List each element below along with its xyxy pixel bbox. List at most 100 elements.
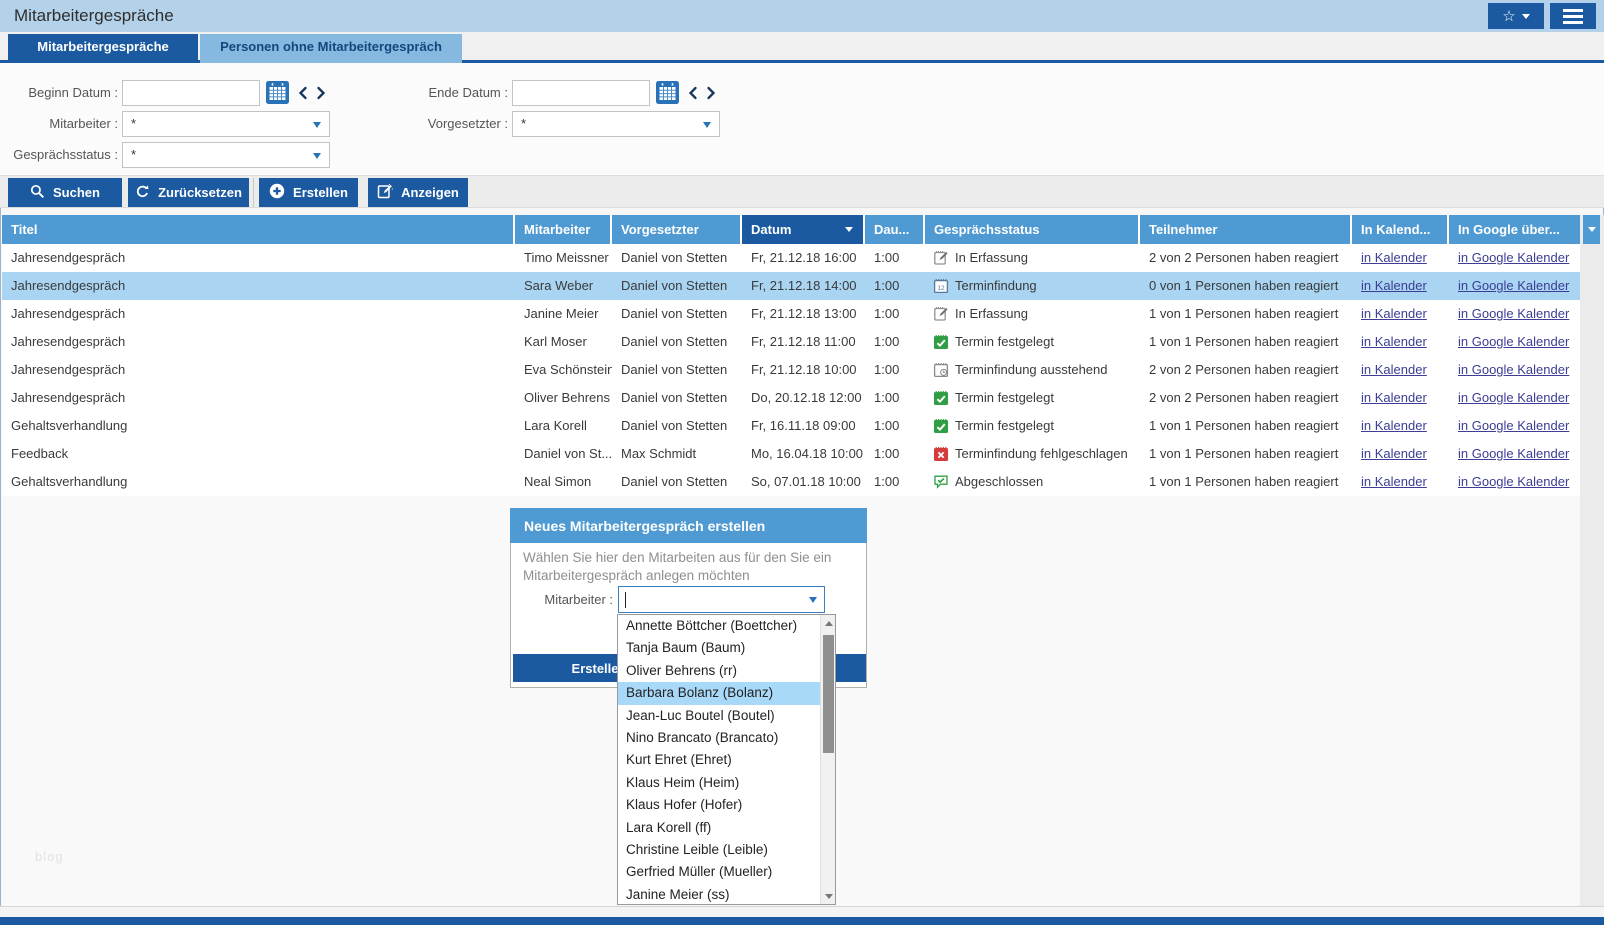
- dialog-mitarbeiter-combobox[interactable]: [618, 586, 825, 613]
- kalender-link[interactable]: in Kalender: [1361, 418, 1427, 433]
- dropdown-item[interactable]: Janine Meier (ss): [618, 884, 820, 904]
- dropdown-item[interactable]: Klaus Hofer (Hofer): [618, 794, 820, 816]
- google-kalender-link[interactable]: in Google Kalender: [1458, 474, 1569, 489]
- dropdown-item[interactable]: Tanja Baum (Baum): [618, 637, 820, 659]
- dropdown-item[interactable]: Barbara Bolanz (Bolanz): [618, 682, 820, 704]
- beginn-calendar-icon[interactable]: [266, 81, 289, 104]
- cell-titel: Gehaltsverhandlung: [2, 412, 515, 440]
- table-row[interactable]: JahresendgesprächKarl MoserDaniel von St…: [2, 328, 1580, 356]
- gespraechsstatus-filter-select[interactable]: *: [122, 142, 330, 168]
- google-kalender-link[interactable]: in Google Kalender: [1458, 390, 1569, 405]
- dropdown-scrollbar[interactable]: [820, 615, 835, 904]
- cell-datum: So, 07.01.18 10:00: [742, 468, 865, 496]
- beginn-datum-input[interactable]: [122, 80, 260, 106]
- scroll-down-icon[interactable]: [821, 888, 836, 904]
- kalender-link[interactable]: in Kalender: [1361, 390, 1427, 405]
- cell-titel: Jahresendgespräch: [2, 328, 515, 356]
- cell-kalender-link: in Kalender: [1352, 412, 1449, 440]
- zuruecksetzen-button[interactable]: Zurücksetzen: [128, 178, 249, 207]
- chevron-down-icon: [703, 122, 711, 128]
- scroll-up-icon[interactable]: [821, 615, 836, 631]
- dropdown-item[interactable]: Christine Leible (Leible): [618, 839, 820, 861]
- ende-next-icon[interactable]: [704, 81, 718, 104]
- mitarbeiter-filter-select[interactable]: *: [122, 111, 330, 137]
- cell-titel: Jahresendgespräch: [2, 300, 515, 328]
- dropdown-items: Annette Böttcher (Boettcher)Tanja Baum (…: [618, 615, 820, 904]
- google-kalender-link[interactable]: in Google Kalender: [1458, 306, 1569, 321]
- edit-note-icon: [933, 250, 949, 266]
- cell-titel: Jahresendgespräch: [2, 244, 515, 272]
- kalender-link[interactable]: in Kalender: [1361, 278, 1427, 293]
- plus-circle-icon: [269, 183, 285, 202]
- table-row[interactable]: JahresendgesprächSara WeberDaniel von St…: [2, 272, 1580, 300]
- menu-button[interactable]: [1550, 3, 1596, 29]
- ende-datum-input[interactable]: [512, 80, 650, 106]
- google-kalender-link[interactable]: in Google Kalender: [1458, 334, 1569, 349]
- kalender-link[interactable]: in Kalender: [1361, 446, 1427, 461]
- ende-calendar-icon[interactable]: [656, 81, 679, 104]
- dropdown-item[interactable]: Oliver Behrens (rr): [618, 660, 820, 682]
- google-kalender-link[interactable]: in Google Kalender: [1458, 418, 1569, 433]
- cell-dauer: 1:00: [865, 356, 925, 384]
- dropdown-item[interactable]: Kurt Ehret (Ehret): [618, 749, 820, 771]
- cell-titel: Feedback: [2, 440, 515, 468]
- table-row[interactable]: GehaltsverhandlungLara KorellDaniel von …: [2, 412, 1580, 440]
- bottom-scroll-strip[interactable]: [0, 906, 1604, 917]
- kalender-link[interactable]: in Kalender: [1361, 474, 1427, 489]
- column-header-in-google[interactable]: In Google über...: [1449, 215, 1580, 244]
- mitarbeiter-dropdown-list: Annette Böttcher (Boettcher)Tanja Baum (…: [617, 614, 836, 905]
- column-header-gespraechsstatus[interactable]: Gesprächsstatus: [925, 215, 1140, 244]
- google-kalender-link[interactable]: in Google Kalender: [1458, 362, 1569, 377]
- dropdown-item[interactable]: Annette Böttcher (Boettcher): [618, 615, 820, 637]
- suchen-button[interactable]: Suchen: [8, 178, 122, 207]
- mitarbeiter-filter-label: Mitarbeiter :: [0, 111, 118, 137]
- dropdown-item[interactable]: Gerfried Müller (Mueller): [618, 861, 820, 883]
- scrollbar-thumb[interactable]: [823, 635, 834, 753]
- column-header-dauer[interactable]: Dau...: [865, 215, 925, 244]
- kalender-link[interactable]: in Kalender: [1361, 334, 1427, 349]
- titlebar: Mitarbeitergespräche ☆: [0, 0, 1604, 32]
- dropdown-item[interactable]: Lara Korell (ff): [618, 817, 820, 839]
- kalender-link[interactable]: in Kalender: [1361, 362, 1427, 377]
- chevron-down-icon: [1588, 227, 1596, 232]
- cell-status: Terminfindung fehlgeschlagen: [925, 440, 1140, 468]
- column-header-vorgesetzter[interactable]: Vorgesetzter: [612, 215, 742, 244]
- column-header-datum[interactable]: Datum: [742, 215, 865, 244]
- table-row[interactable]: FeedbackDaniel von St...Max SchmidtMo, 1…: [2, 440, 1580, 468]
- cell-teilnehmer: 2 von 2 Personen haben reagiert: [1140, 384, 1352, 412]
- kalender-link[interactable]: in Kalender: [1361, 250, 1427, 265]
- search-icon: [30, 184, 45, 202]
- column-header-mitarbeiter[interactable]: Mitarbeiter: [515, 215, 612, 244]
- vorgesetzter-filter-select[interactable]: *: [512, 111, 720, 137]
- column-header-in-kalender[interactable]: In Kalend...: [1352, 215, 1449, 244]
- cell-dauer: 1:00: [865, 440, 925, 468]
- table-row[interactable]: JahresendgesprächJanine MeierDaniel von …: [2, 300, 1580, 328]
- table-row[interactable]: JahresendgesprächOliver BehrensDaniel vo…: [2, 384, 1580, 412]
- column-header-teilnehmer[interactable]: Teilnehmer: [1140, 215, 1352, 244]
- hamburger-icon: [1563, 9, 1583, 12]
- table-row[interactable]: JahresendgesprächEva SchönsteinDaniel vo…: [2, 356, 1580, 384]
- cell-kalender-link: in Kalender: [1352, 300, 1449, 328]
- google-kalender-link[interactable]: in Google Kalender: [1458, 446, 1569, 461]
- anzeigen-button[interactable]: Anzeigen: [368, 178, 468, 207]
- cell-mitarbeiter: Sara Weber: [515, 272, 612, 300]
- tab-personen-ohne-gespraech[interactable]: Personen ohne Mitarbeitergespräch: [200, 34, 462, 63]
- erstellen-button[interactable]: Erstellen: [259, 178, 358, 207]
- dropdown-item[interactable]: Klaus Heim (Heim): [618, 772, 820, 794]
- dropdown-item[interactable]: Nino Brancato (Brancato): [618, 727, 820, 749]
- google-kalender-link[interactable]: in Google Kalender: [1458, 278, 1569, 293]
- google-kalender-link[interactable]: in Google Kalender: [1458, 250, 1569, 265]
- tab-mitarbeitergespraeche[interactable]: Mitarbeitergespräche: [8, 34, 198, 63]
- cell-dauer: 1:00: [865, 384, 925, 412]
- dropdown-item[interactable]: Jean-Luc Boutel (Boutel): [618, 705, 820, 727]
- calendar-check-icon: [933, 390, 949, 406]
- text-cursor: [625, 592, 626, 608]
- column-chooser-button[interactable]: [1583, 215, 1600, 244]
- cell-kalender-link: in Kalender: [1352, 244, 1449, 272]
- table-row[interactable]: GehaltsverhandlungNeal SimonDaniel von S…: [2, 468, 1580, 496]
- kalender-link[interactable]: in Kalender: [1361, 306, 1427, 321]
- favorite-button[interactable]: ☆: [1488, 3, 1544, 29]
- table-row[interactable]: JahresendgesprächTimo MeissnerDaniel von…: [2, 244, 1580, 272]
- ende-prev-icon[interactable]: [686, 81, 700, 104]
- column-header-titel[interactable]: Titel: [2, 215, 515, 244]
